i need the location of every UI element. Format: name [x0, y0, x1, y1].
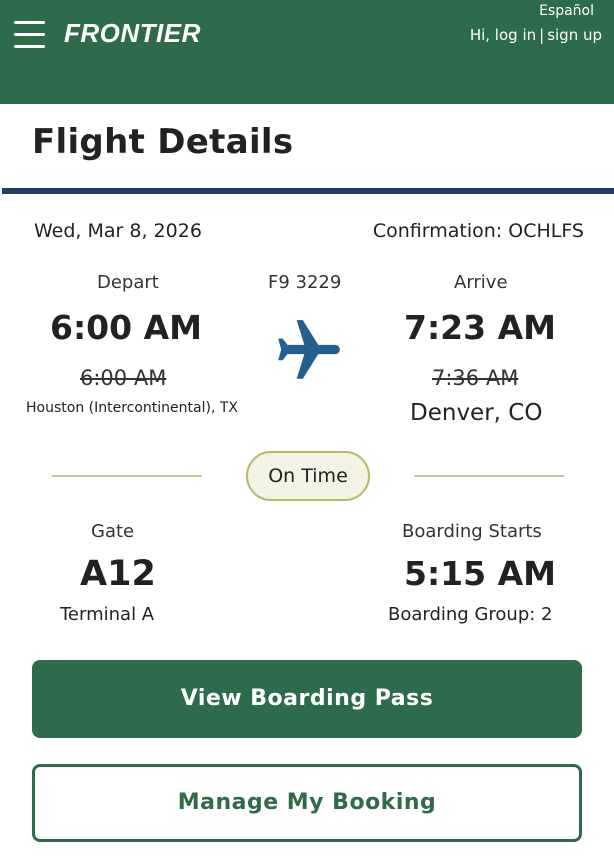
flight-details-card: Flight Details Wed, Mar 8, 2026 Confirma…	[2, 104, 614, 865]
gate-label: Gate	[91, 521, 135, 542]
flight-number: F9 3229	[268, 272, 342, 293]
depart-original-time: 6:00 AM	[80, 366, 167, 390]
view-boarding-pass-button[interactable]: View Boarding Pass	[32, 660, 582, 738]
gate-value: A12	[80, 554, 156, 594]
boarding-time: 5:15 AM	[404, 554, 556, 593]
signup-link[interactable]: sign up	[547, 26, 602, 44]
page-title: Flight Details	[32, 122, 294, 162]
arrive-city: Denver, CO	[410, 400, 543, 426]
site-header: FRONTIER Español Hi, log in | sign up	[0, 0, 614, 104]
language-link[interactable]: Español	[539, 3, 594, 19]
arrive-time: 7:23 AM	[404, 308, 556, 347]
boarding-label: Boarding Starts	[402, 521, 542, 542]
confirmation-code: Confirmation: OCHLFS	[372, 220, 584, 242]
hamburger-menu-icon[interactable]	[14, 20, 46, 52]
status-divider-left	[52, 475, 202, 477]
manage-booking-button[interactable]: Manage My Booking	[32, 764, 582, 842]
account-links: Hi, log in | sign up	[470, 26, 602, 44]
flight-date: Wed, Mar 8, 2026	[34, 220, 202, 242]
status-badge: On Time	[246, 451, 370, 501]
depart-time: 6:00 AM	[50, 308, 202, 347]
arrive-label: Arrive	[454, 272, 508, 293]
frontier-logo[interactable]: FRONTIER	[64, 18, 201, 49]
login-link[interactable]: Hi, log in	[470, 26, 536, 44]
boarding-group: Boarding Group: 2	[388, 604, 553, 625]
login-separator: |	[539, 26, 545, 44]
terminal: Terminal A	[60, 604, 155, 625]
airplane-icon	[278, 320, 340, 379]
depart-label: Depart	[97, 272, 159, 293]
status-divider-right	[414, 475, 564, 477]
depart-city: Houston (Intercontinental), TX	[26, 400, 238, 416]
arrive-original-time: 7:36 AM	[432, 366, 519, 390]
page: FRONTIER Español Hi, log in | sign up Flig…	[0, 0, 614, 865]
title-divider	[2, 188, 614, 194]
